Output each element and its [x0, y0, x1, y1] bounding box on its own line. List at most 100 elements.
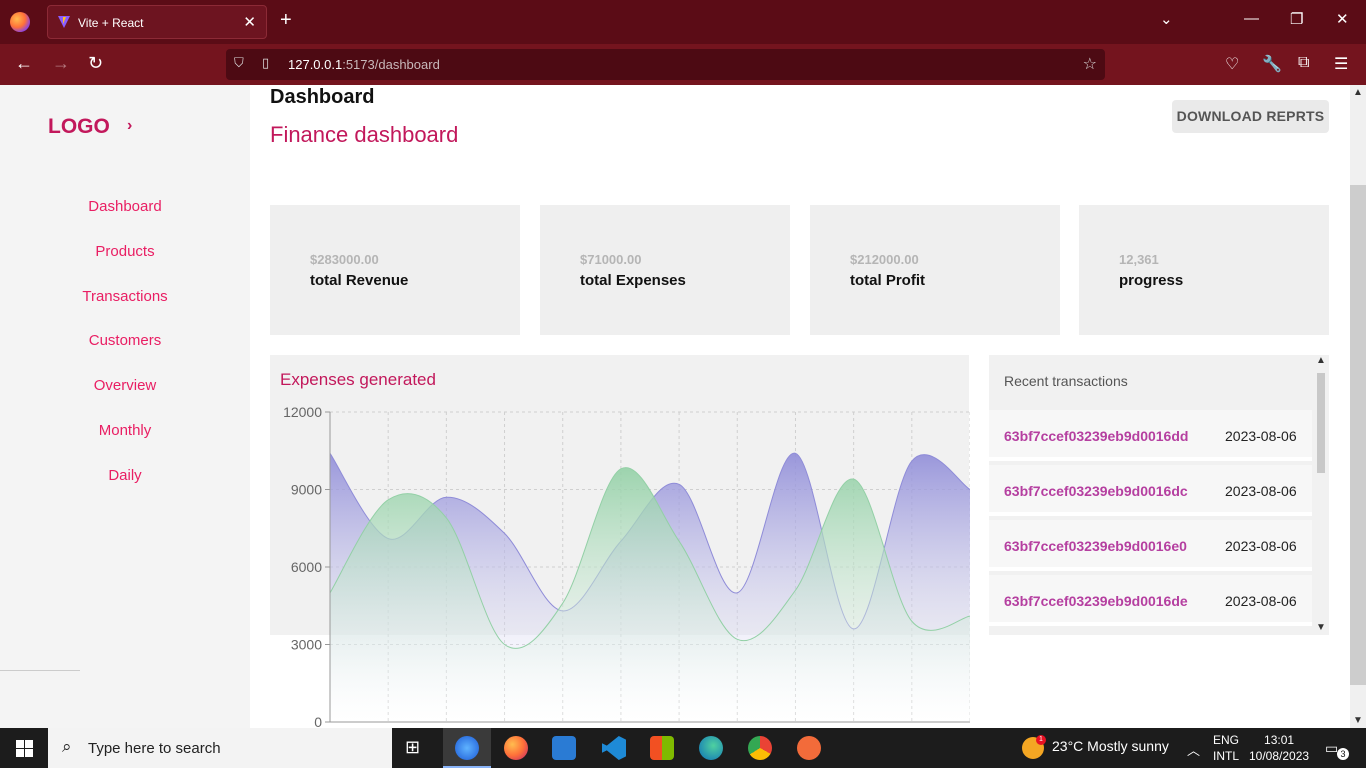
- bookmark-star-icon[interactable]: ☆: [1083, 54, 1097, 74]
- logo[interactable]: LOGO: [48, 115, 110, 139]
- wrench-icon[interactable]: 🔧: [1262, 54, 1282, 74]
- stat-label: total Profit: [850, 272, 925, 289]
- sidebar-item-products[interactable]: Products: [0, 242, 250, 287]
- main-content: Dashboard Finance dashboard DOWNLOAD REP…: [250, 85, 1350, 728]
- y-tick-label: 12000: [283, 404, 322, 420]
- transaction-id[interactable]: 63bf7ccef03239eb9d0016de: [1004, 593, 1188, 609]
- taskbar-search[interactable]: ⌕ Type here to search: [48, 728, 392, 768]
- stat-card-expenses: $71000.00 total Expenses: [540, 205, 790, 335]
- transactions-scrollbar[interactable]: ▲ ▼: [1312, 355, 1329, 635]
- firefox-dev-icon[interactable]: [455, 736, 479, 760]
- page-icon[interactable]: ▯: [262, 55, 269, 71]
- y-tick-label: 3000: [291, 637, 322, 653]
- stat-label: progress: [1119, 272, 1184, 289]
- postman-icon[interactable]: [797, 736, 821, 760]
- vite-icon: [58, 16, 70, 28]
- pocket-icon[interactable]: ♡: [1225, 54, 1239, 74]
- close-window-icon[interactable]: ✕: [1336, 10, 1349, 28]
- taskbar: ⌕ Type here to search ⊞ 1 23°C Mostly su…: [0, 728, 1366, 768]
- transactions-heading: Recent transactions: [1004, 373, 1128, 389]
- series-area-1: [330, 467, 970, 722]
- y-tick-label: 9000: [291, 482, 322, 498]
- browser-nav-bar: ← → ↻ ⛉ ▯ 127.0.0.1:5173/dashboard ☆ ♡ 🔧…: [0, 44, 1366, 85]
- list-tabs-icon[interactable]: ⌄: [1160, 10, 1173, 28]
- transaction-id[interactable]: 63bf7ccef03239eb9d0016e0: [1004, 538, 1187, 554]
- menu-icon[interactable]: ☰: [1334, 54, 1348, 74]
- page-scrollbar[interactable]: ▲ ▼: [1350, 85, 1366, 728]
- weather-badge: 1: [1036, 735, 1046, 745]
- chevron-right-icon[interactable]: ›: [127, 117, 132, 135]
- mail-icon[interactable]: [552, 736, 576, 760]
- y-tick-label: 6000: [291, 559, 322, 575]
- sidebar-item-monthly[interactable]: Monthly: [0, 421, 250, 466]
- divider: [0, 670, 80, 671]
- chart-title: Expenses generated: [280, 370, 436, 389]
- restore-icon[interactable]: ❐: [1290, 10, 1303, 28]
- minimize-icon[interactable]: —: [1244, 10, 1259, 27]
- task-view-icon[interactable]: ⊞: [405, 737, 429, 761]
- date: 10/08/2023: [1249, 749, 1310, 763]
- scroll-up-icon[interactable]: ▲: [1316, 355, 1326, 366]
- stat-label: total Revenue: [310, 272, 409, 289]
- scroll-down-icon[interactable]: ▼: [1316, 622, 1326, 633]
- transaction-id[interactable]: 63bf7ccef03239eb9d0016dc: [1004, 483, 1188, 499]
- transaction-row[interactable]: 63bf7ccef03239eb9d0016de 2023-08-06: [989, 575, 1312, 626]
- sidebar-item-dashboard[interactable]: Dashboard: [0, 197, 250, 242]
- transaction-date: 2023-08-06: [1225, 538, 1297, 554]
- transaction-id[interactable]: 63bf7ccef03239eb9d0016dd: [1004, 428, 1188, 444]
- chrome-icon[interactable]: [748, 736, 772, 760]
- stat-card-profit: $212000.00 total Profit: [810, 205, 1060, 335]
- stat-card-progress: 12,361 progress: [1079, 205, 1329, 335]
- back-icon[interactable]: ←: [15, 53, 33, 74]
- page-title: Dashboard: [270, 86, 375, 108]
- shield-icon[interactable]: ⛉: [234, 55, 244, 71]
- expenses-chart: 0 3000 6000 9000 12000: [283, 404, 970, 728]
- browser-tab-bar: Vite + React ✕ + ⌄ — ❐ ✕: [0, 0, 1366, 44]
- transaction-row[interactable]: 63bf7ccef03239eb9d0016dc 2023-08-06: [989, 465, 1312, 516]
- stat-value: $283000.00: [310, 252, 379, 267]
- stat-value: $71000.00: [580, 252, 642, 267]
- close-tab-icon[interactable]: ✕: [243, 13, 256, 31]
- stat-card-revenue: $283000.00 total Revenue: [270, 205, 520, 335]
- page-subtitle: Finance dashboard: [270, 122, 459, 147]
- scroll-thumb[interactable]: [1350, 185, 1366, 685]
- language-indicator[interactable]: ENG INTL: [1213, 732, 1239, 764]
- download-reports-button[interactable]: DOWNLOAD REPRTS: [1172, 100, 1329, 133]
- new-tab-icon[interactable]: +: [280, 9, 292, 32]
- extensions-icon[interactable]: ⧉: [1298, 54, 1309, 72]
- stat-value: $212000.00: [850, 252, 919, 267]
- firefox-icon[interactable]: [10, 12, 30, 32]
- vscode-icon[interactable]: [602, 736, 626, 760]
- sidebar: LOGO › Dashboard Products Transactions C…: [0, 85, 250, 728]
- firefox-icon[interactable]: [504, 736, 528, 760]
- sidebar-menu: Dashboard Products Transactions Customer…: [0, 197, 250, 511]
- scroll-down-icon[interactable]: ▼: [1353, 715, 1363, 726]
- url-text[interactable]: 127.0.0.1:5173/dashboard: [288, 57, 440, 72]
- transaction-row[interactable]: 63bf7ccef03239eb9d0016dd 2023-08-06: [989, 410, 1312, 461]
- transaction-date: 2023-08-06: [1225, 483, 1297, 499]
- clock[interactable]: 13:01 10/08/2023: [1249, 732, 1309, 764]
- page-viewport: LOGO › Dashboard Products Transactions C…: [0, 85, 1366, 728]
- url-bar[interactable]: ⛉ ▯ 127.0.0.1:5173/dashboard ☆: [226, 49, 1105, 80]
- search-placeholder: Type here to search: [88, 740, 221, 757]
- tab-title: Vite + React: [78, 16, 144, 30]
- scroll-up-icon[interactable]: ▲: [1353, 87, 1363, 98]
- sidebar-item-overview[interactable]: Overview: [0, 376, 250, 421]
- transaction-date: 2023-08-06: [1225, 593, 1297, 609]
- windows-start-icon[interactable]: [16, 740, 33, 757]
- sidebar-item-transactions[interactable]: Transactions: [0, 287, 250, 332]
- store-icon[interactable]: [650, 736, 674, 760]
- stat-value: 12,361: [1119, 252, 1159, 267]
- weather-text[interactable]: 23°C Mostly sunny: [1052, 738, 1169, 754]
- sidebar-item-customers[interactable]: Customers: [0, 331, 250, 376]
- forward-icon[interactable]: →: [52, 53, 70, 74]
- reload-icon[interactable]: ↻: [88, 53, 103, 74]
- edge-icon[interactable]: [699, 736, 723, 760]
- transaction-row[interactable]: 63bf7ccef03239eb9d0016e0 2023-08-06: [989, 520, 1312, 571]
- transaction-date: 2023-08-06: [1225, 428, 1297, 444]
- browser-tab[interactable]: Vite + React ✕: [47, 5, 267, 39]
- recent-transactions-panel: Recent transactions 63bf7ccef03239eb9d00…: [989, 355, 1329, 635]
- sidebar-item-daily[interactable]: Daily: [0, 466, 250, 511]
- chevron-up-icon[interactable]: ︿: [1187, 740, 1200, 759]
- scroll-thumb[interactable]: [1317, 373, 1325, 473]
